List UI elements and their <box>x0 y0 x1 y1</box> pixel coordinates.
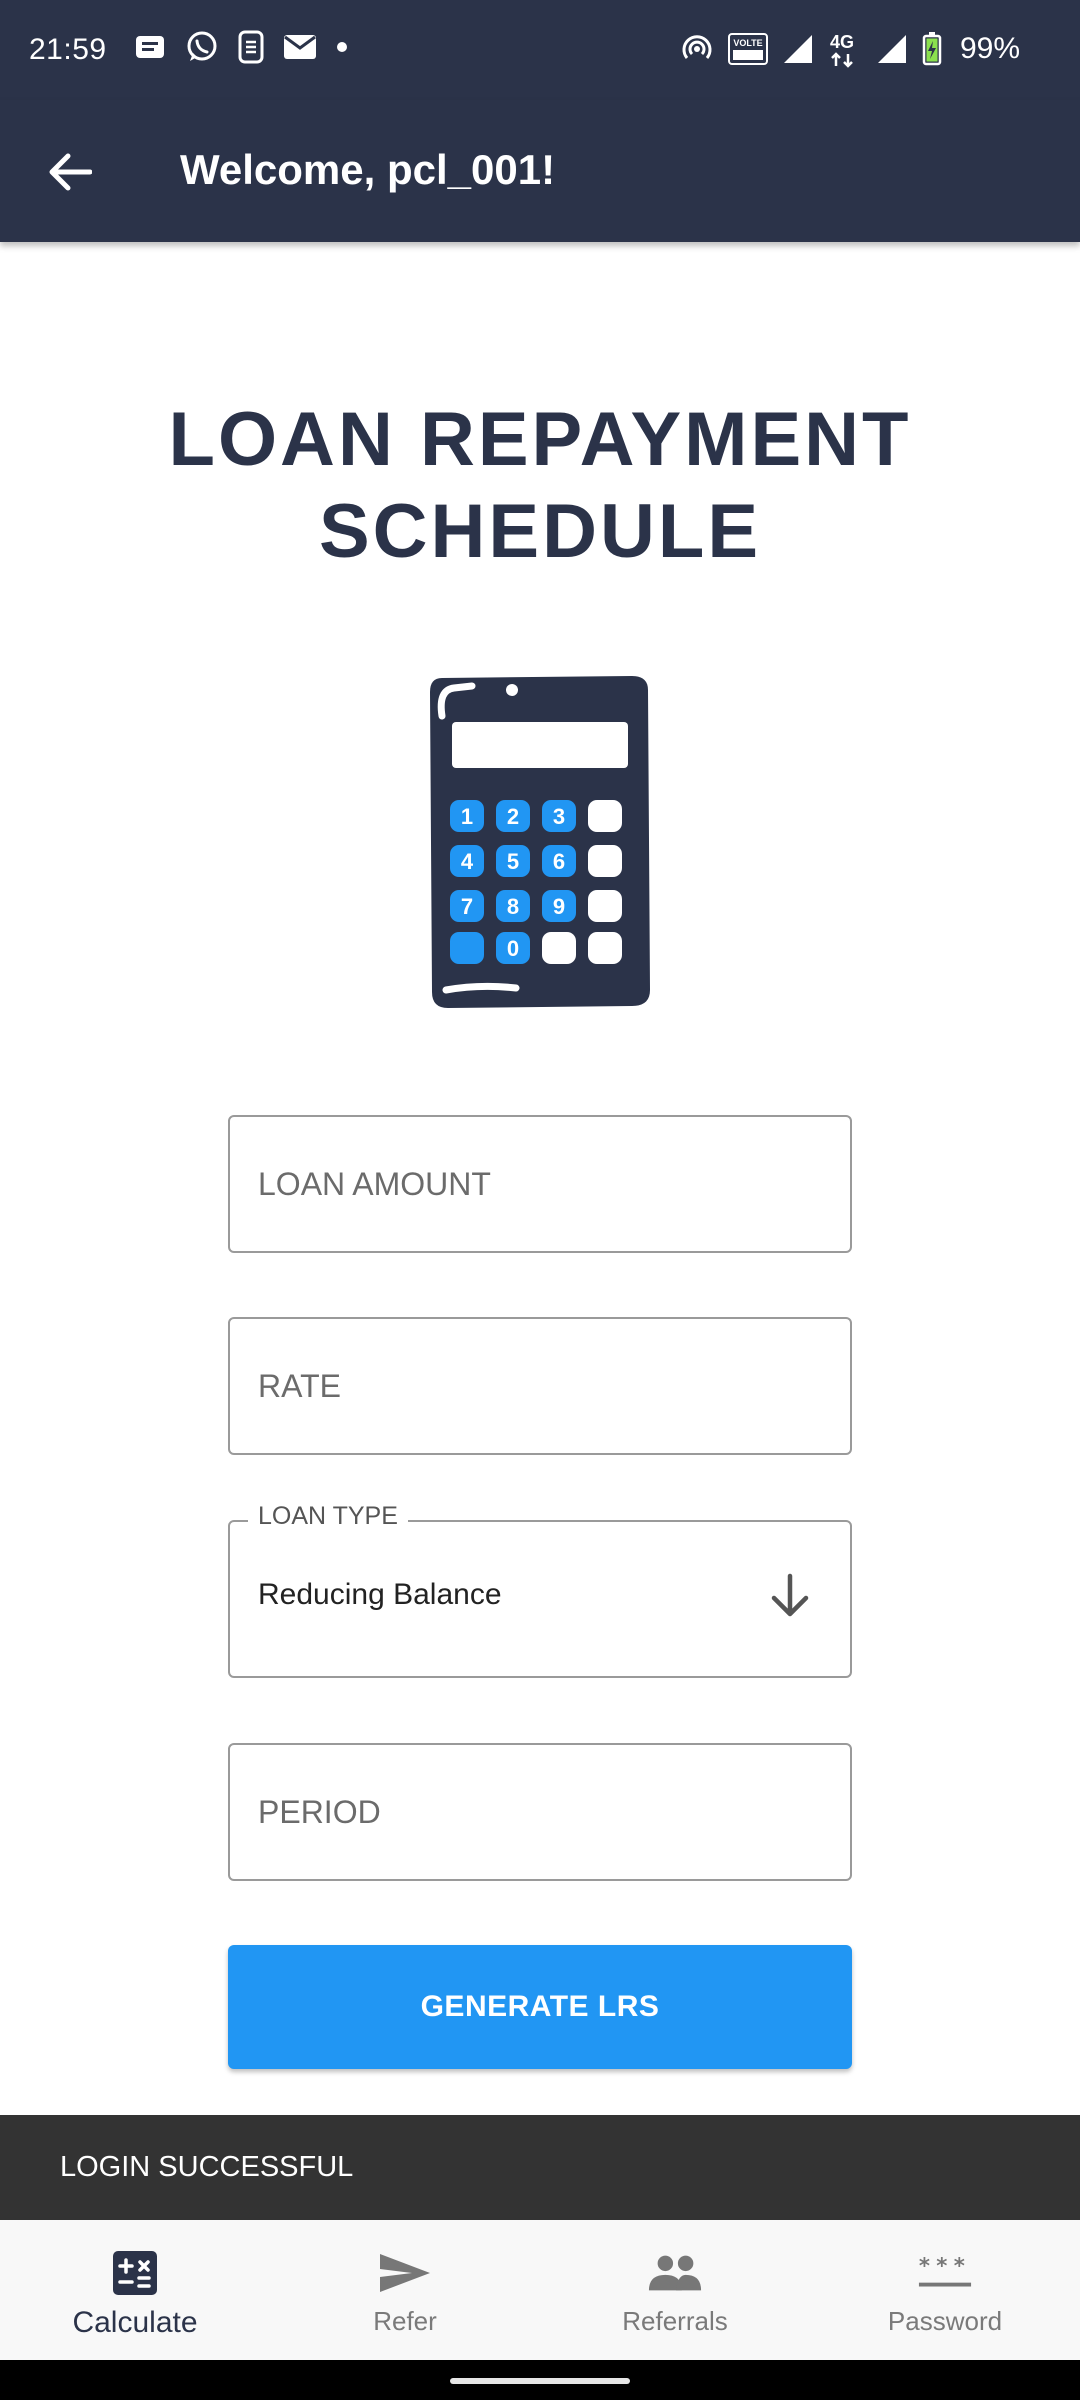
period-input[interactable] <box>230 1745 850 1879</box>
svg-text:*: * <box>936 2254 947 2279</box>
loan-amount-input[interactable] <box>230 1117 850 1251</box>
app-title: Welcome, pcl_001! <box>180 146 556 193</box>
page-title: LOAN REPAYMENT SCHEDULE <box>0 394 1080 578</box>
snackbar-message: LOGIN SUCCESSFUL <box>60 2151 354 2183</box>
people-icon <box>647 2248 703 2298</box>
svg-text:5: 5 <box>507 849 519 874</box>
svg-text:8: 8 <box>507 894 519 919</box>
sim-tool-icon <box>238 30 264 64</box>
nav-referrals[interactable]: Referrals <box>540 2220 810 2360</box>
nav-refer-label: Refer <box>373 2306 437 2336</box>
calculator-illustration: 1 2 3 4 5 6 7 8 9 0 <box>430 676 650 1008</box>
signal-icon <box>783 35 812 63</box>
svg-text:*: * <box>954 2254 965 2279</box>
signal-icon <box>877 35 906 63</box>
rate-field[interactable] <box>228 1317 852 1455</box>
bottom-navigation: Calculate Refer Referrals * * * Password <box>0 2220 1080 2360</box>
hotspot-icon <box>682 35 712 59</box>
svg-text:*: * <box>919 2254 930 2279</box>
loan-type-value: Reducing Balance <box>258 1578 502 1611</box>
nav-calculate[interactable]: Calculate <box>0 2220 270 2360</box>
system-navigation-bar <box>0 2360 1080 2400</box>
nav-referrals-label: Referrals <box>622 2306 728 2336</box>
svg-text:7: 7 <box>461 894 473 919</box>
svg-text:0: 0 <box>507 936 519 961</box>
page-title-line2: SCHEDULE <box>318 489 762 574</box>
svg-text:1: 1 <box>461 804 473 829</box>
battery-percent: 99% <box>959 32 1020 65</box>
send-icon <box>377 2248 433 2298</box>
app-bar: Welcome, pcl_001! <box>0 100 1080 242</box>
mail-icon <box>284 35 316 59</box>
page-title-line1: LOAN REPAYMENT <box>168 397 912 482</box>
dot-icon <box>337 42 347 52</box>
svg-text:3: 3 <box>553 804 565 829</box>
battery-icon <box>922 32 942 66</box>
system-icons: VOLTE 4G 99% <box>680 30 1020 68</box>
generate-lrs-button[interactable]: GENERATE LRS <box>228 1945 852 2069</box>
calculator-icon <box>107 2248 163 2298</box>
arrow-left-icon <box>49 153 92 191</box>
4g-icon: 4G <box>830 32 854 68</box>
loan-type-select[interactable]: LOAN TYPE Reducing Balance <box>228 1502 852 1678</box>
password-icon: * * * <box>917 2248 973 2298</box>
loan-amount-field[interactable] <box>228 1115 852 1253</box>
gesture-handle[interactable] <box>450 2378 630 2384</box>
svg-text:2: 2 <box>507 804 519 829</box>
notification-icons <box>134 30 348 64</box>
whatsapp-icon <box>187 31 217 61</box>
period-field[interactable] <box>228 1743 852 1881</box>
volte-icon: VOLTE <box>727 33 768 65</box>
arrow-down-icon <box>771 1573 809 1617</box>
svg-text:4: 4 <box>461 849 474 874</box>
nav-password[interactable]: * * * Password <box>810 2220 1080 2360</box>
nav-calculate-label: Calculate <box>72 2306 198 2339</box>
nav-password-label: Password <box>887 2306 1003 2336</box>
svg-text:4G: 4G <box>830 32 854 52</box>
nav-refer[interactable]: Refer <box>270 2220 540 2360</box>
svg-text:VOLTE: VOLTE <box>733 38 762 48</box>
back-button[interactable] <box>40 144 100 200</box>
message-icon <box>136 36 164 58</box>
status-bar: 21:59 VOLTE 4G 99% <box>0 0 1080 100</box>
snackbar: LOGIN SUCCESSFUL <box>0 2115 1080 2220</box>
svg-text:9: 9 <box>553 894 565 919</box>
svg-text:6: 6 <box>553 849 565 874</box>
status-time: 21:59 <box>29 33 107 66</box>
loan-type-label: LOAN TYPE <box>248 1502 408 1531</box>
rate-input[interactable] <box>230 1319 850 1453</box>
